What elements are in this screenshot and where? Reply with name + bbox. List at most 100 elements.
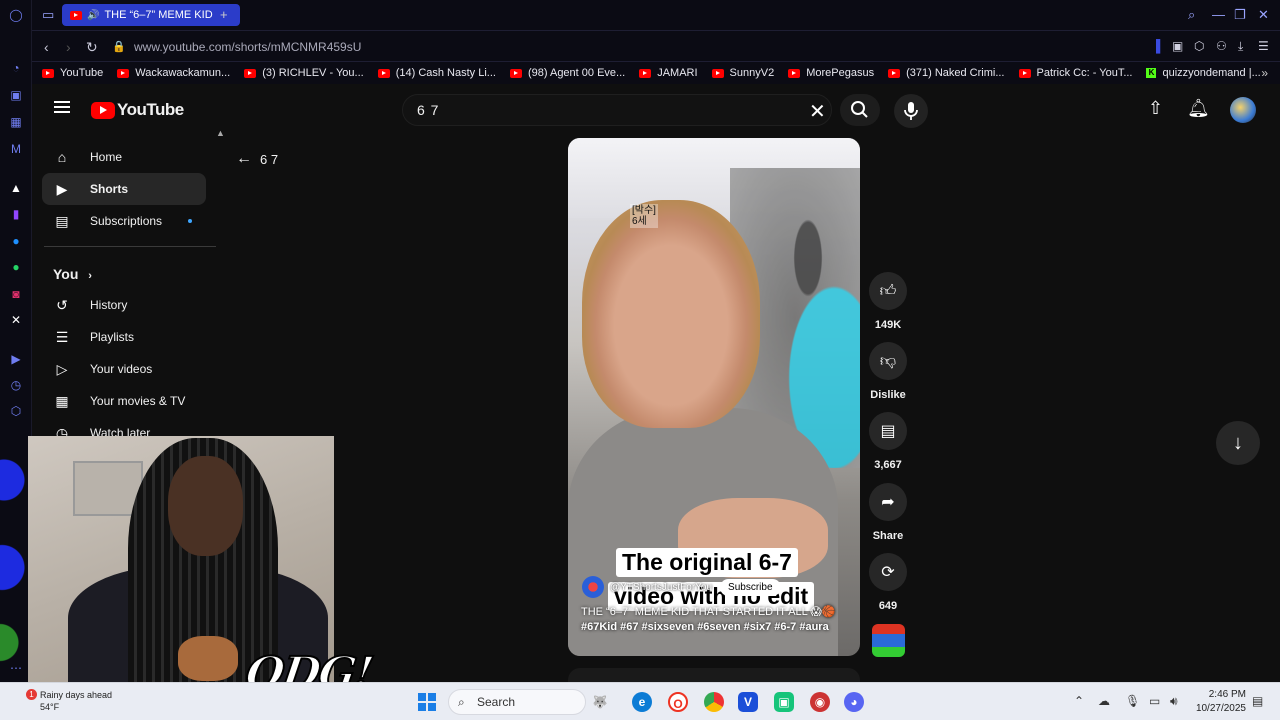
voice-search-button[interactable] — [894, 94, 928, 128]
bookmark-item[interactable]: Wackawackamun... — [117, 67, 230, 79]
profile-icon[interactable]: ⚇ — [1216, 39, 1227, 53]
new-tab-icon[interactable]: + — [220, 7, 228, 22]
network-icon[interactable]: ▭ — [1149, 694, 1160, 708]
short-video-player[interactable]: [박수] 6세 The original 6-7 video with no e… — [568, 138, 860, 656]
download-icon[interactable]: ⤓ — [1238, 39, 1243, 54]
back-to-search[interactable]: ← 6 7 — [236, 150, 278, 168]
notification-center-icon[interactable]: ▤ — [1252, 694, 1263, 708]
search-tabs-icon[interactable]: ⌕ — [1188, 7, 1195, 23]
x-icon[interactable]: ✕ — [8, 312, 24, 328]
url-field[interactable]: www.youtube.com/shorts/mMCNMR459sU — [134, 40, 361, 54]
tray-chevron-icon[interactable]: ⌃ — [1074, 694, 1084, 708]
sidebar-item-movies[interactable]: ▦ Your movies & TV — [42, 385, 206, 417]
bookmark-item[interactable]: YouTube — [42, 67, 103, 79]
notifications-icon[interactable]: 🔔︎ — [1187, 98, 1210, 119]
channel-name[interactable]: @YTShortsJustForYou — [610, 582, 712, 593]
video-hashtags[interactable]: #67Kid #67 #sixseven #6seven #six7 #6-7 … — [581, 621, 829, 633]
upload-icon[interactable]: ⇧ — [1148, 98, 1163, 119]
volume-icon[interactable]: 🔊︎ — [1170, 694, 1178, 709]
bookmark-item[interactable]: JAMARI — [639, 67, 698, 79]
channel-avatar[interactable] — [582, 576, 604, 598]
twitch-icon[interactable]: ▮ — [8, 206, 24, 222]
home-icon: ⌂ — [57, 149, 67, 165]
extensions-icon[interactable]: ⬡ — [1194, 39, 1204, 53]
bookmark-item[interactable]: (14) Cash Nasty Li... — [377, 67, 496, 79]
search-input[interactable]: 6 7 ✕ — [402, 94, 832, 126]
sidebar-item-label: Shorts — [90, 182, 129, 196]
bookmark-item[interactable]: Patrick Cc: - YouT... — [1018, 67, 1132, 79]
bookmark-item[interactable]: MorePegasus — [788, 67, 874, 79]
start-icon[interactable] — [418, 693, 436, 711]
restore-icon[interactable]: ❐ — [1234, 7, 1246, 23]
minimize-icon[interactable]: — — [1212, 7, 1225, 22]
bookmark-item[interactable]: (3) RICHLEV - You... — [244, 67, 364, 79]
back-icon[interactable]: ‹ — [44, 39, 49, 55]
mail-icon[interactable]: M — [8, 141, 24, 157]
microphone-tray-icon[interactable]: 🎙︎ — [1125, 694, 1140, 708]
taskbar-search[interactable]: ⌕ Search — [448, 689, 586, 715]
bookmark-item[interactable]: Kquizzyondemand |... — [1146, 67, 1261, 79]
opera-logo-icon[interactable]: ◯ — [8, 7, 24, 23]
sidebar-you-heading[interactable]: You › — [53, 266, 92, 282]
weather-widget[interactable]: 1 Rainy days ahead 54°F — [26, 689, 112, 713]
vegas-icon[interactable]: V — [738, 692, 758, 712]
snapshot-icon[interactable]: ▣ — [1172, 39, 1183, 53]
scroll-up-icon[interactable]: ▲ — [216, 128, 225, 138]
discord-icon[interactable]: ◕ — [844, 692, 864, 712]
forward-icon[interactable]: › — [66, 39, 71, 55]
comment-icon[interactable]: ▤ — [869, 412, 907, 450]
reload-icon[interactable]: ↻ — [86, 39, 98, 56]
avatar[interactable] — [1230, 97, 1256, 123]
remix-action[interactable]: ⟳ 649 — [868, 553, 908, 612]
bookmark-item[interactable]: SunnyV2 — [711, 67, 774, 79]
chrome-icon[interactable] — [704, 692, 724, 712]
like-icon[interactable]: 👍︎ — [869, 272, 907, 310]
player-icon[interactable]: ▶ — [8, 351, 24, 367]
easy-setup-icon[interactable]: ☰ — [1258, 39, 1269, 53]
edge-icon[interactable]: e — [632, 692, 652, 712]
youtube-logo[interactable]: YouTube — [91, 100, 184, 120]
dislike-action[interactable]: 👎︎ Dislike — [868, 342, 908, 401]
tab-active[interactable]: 🔊 THE “6–7” MEME KID — [62, 4, 240, 26]
opera-icon[interactable]: O — [668, 692, 688, 712]
crypto-wallet-icon[interactable]: ▣ — [8, 87, 24, 103]
workspaces-icon[interactable]: ▦ — [8, 114, 24, 130]
comments-action[interactable]: ▤ 3,667 — [868, 412, 908, 471]
app-green-icon[interactable]: ▣ — [774, 692, 794, 712]
remix-icon[interactable]: ⟳ — [869, 553, 907, 591]
sidebar-item-home[interactable]: ⌂ Home — [42, 141, 206, 173]
bookmark-item[interactable]: (98) Agent 00 Eve... — [509, 67, 625, 79]
sidebar-item-subscriptions[interactable]: ▤ Subscriptions — [42, 205, 206, 237]
bookmarks-overflow-icon[interactable]: » — [1261, 66, 1268, 80]
share-icon[interactable]: ➦ — [869, 483, 907, 521]
clock[interactable]: 2:46 PM 10/27/2025 — [1194, 688, 1246, 716]
app-wolf-icon[interactable]: 🐺 — [590, 692, 610, 712]
sidebar-item-playlists[interactable]: ☰ Playlists — [42, 321, 206, 353]
aria-icon[interactable]: ◔ — [8, 60, 24, 76]
clear-search-icon[interactable]: ✕ — [809, 99, 826, 124]
subscribe-button[interactable]: Subscribe — [720, 578, 781, 596]
next-short-button[interactable]: ↓ — [1216, 421, 1260, 465]
tab-manager-icon[interactable]: ▭ — [42, 7, 54, 23]
messenger-icon[interactable]: ● — [8, 233, 24, 249]
channel-thumbnail[interactable] — [872, 624, 905, 657]
history-sidebar-icon[interactable]: ◷ — [8, 377, 24, 393]
instagram-icon[interactable]: ◙ — [8, 286, 24, 302]
search-button[interactable] — [840, 94, 880, 126]
share-action[interactable]: ➦ Share — [868, 483, 908, 542]
like-action[interactable]: 👍︎ 149K — [868, 272, 908, 331]
dislike-icon[interactable]: 👎︎ — [869, 342, 907, 380]
menu-icon[interactable] — [54, 101, 70, 113]
bookmark-item[interactable]: (371) Naked Crimi... — [888, 67, 1005, 79]
extensions-sidebar-icon[interactable]: ⬡ — [8, 403, 24, 419]
artstation-icon[interactable]: ▲ — [8, 180, 24, 196]
app-red-icon[interactable]: ◉ — [810, 692, 830, 712]
sidebar-item-shorts[interactable]: ▶ Shorts — [42, 173, 206, 205]
sidebar-item-history[interactable]: ↺ History — [42, 289, 206, 321]
speaker-icon[interactable]: 🔊 — [87, 10, 99, 21]
close-window-icon[interactable]: ✕ — [1258, 7, 1269, 23]
video-title[interactable]: THE “6–7” MEME KID THAT STARTED IT ALL 😱… — [581, 605, 836, 618]
onedrive-icon[interactable]: ☁ — [1098, 694, 1110, 708]
whatsapp-icon[interactable]: ● — [8, 259, 24, 275]
sidebar-item-your-videos[interactable]: ▷ Your videos — [42, 353, 206, 385]
